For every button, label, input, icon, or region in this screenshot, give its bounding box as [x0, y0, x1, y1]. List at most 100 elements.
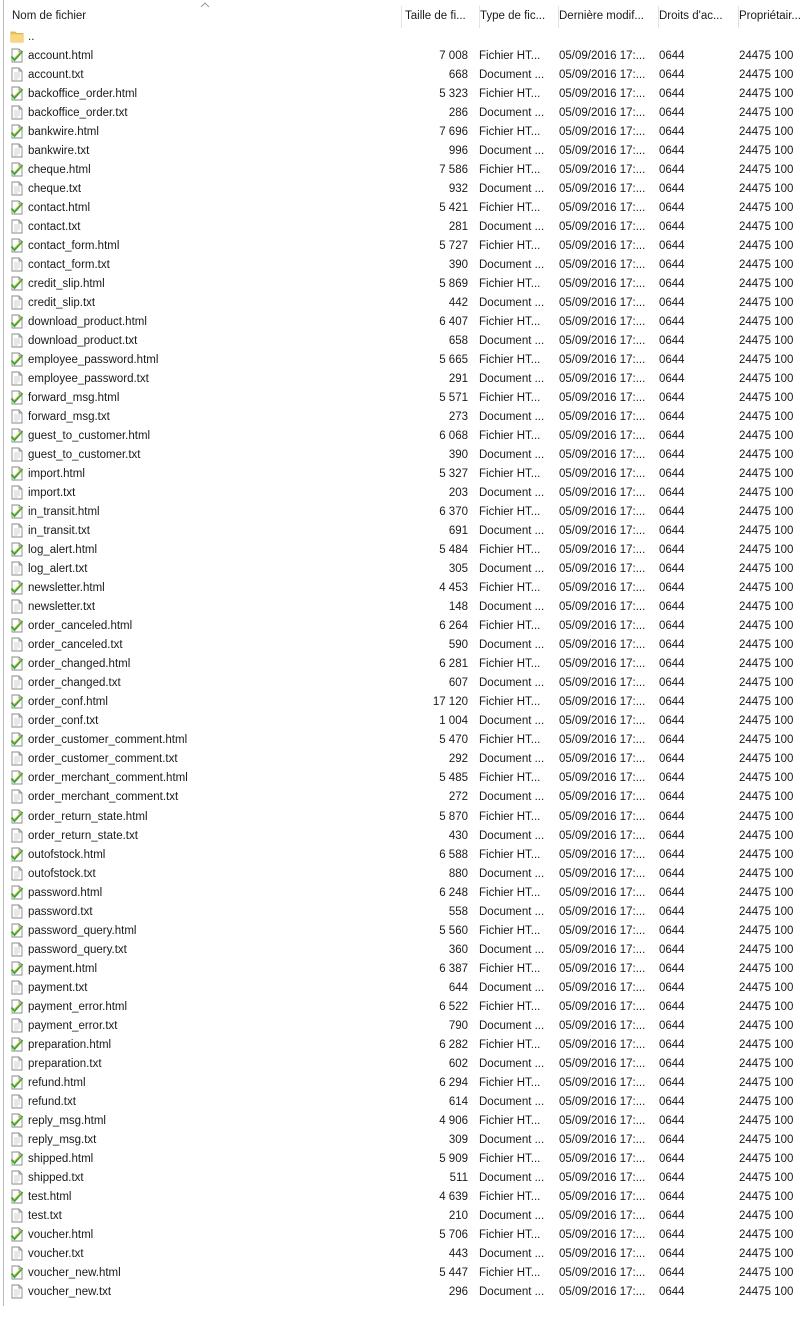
- file-row[interactable]: employee_password.txt 291 Document ... 05/0…: [4, 370, 810, 389]
- file-row[interactable]: account.html 7 008 Fichier HT... 05/09/2016…: [4, 47, 810, 66]
- file-size: 148: [448, 601, 468, 613]
- file-row[interactable]: account.txt 668 Document ... 05/09/2016 17:…: [4, 66, 810, 85]
- file-row[interactable]: voucher.txt 443 Document ... 05/09/2016 17:…: [4, 1245, 810, 1264]
- file-row[interactable]: cheque.html 7 586 Fichier HT... 05/09/2016 …: [4, 161, 810, 180]
- file-row[interactable]: contact.html 5 421 Fichier HT... 05/09/2016…: [4, 199, 810, 218]
- file-row[interactable]: order_conf.html 17 120 Fichier HT... 05/09/…: [4, 693, 810, 712]
- file-row[interactable]: reply_msg.html 4 906 Fichier HT... 05/09/20…: [4, 1112, 810, 1131]
- file-row[interactable]: reply_msg.txt 309 Document ... 05/09/2016 1…: [4, 1131, 810, 1150]
- file-row[interactable]: order_changed.txt 607 Document ... 05/09/20…: [4, 674, 810, 693]
- file-row[interactable]: order_customer_comment.html 5 470 Fichier …: [4, 731, 810, 750]
- file-row[interactable]: order_return_state.txt 430 Document ... 05/…: [4, 827, 810, 846]
- file-row[interactable]: credit_slip.txt 442 Document ... 05/09/2016…: [4, 294, 810, 313]
- file-row[interactable]: contact.txt 281 Document ... 05/09/2016 17:…: [4, 218, 810, 237]
- file-row[interactable]: shipped.html 5 909 Fichier HT... 05/09/2016…: [4, 1150, 810, 1169]
- file-row[interactable]: guest_to_customer.txt 390 Document ... 05/0…: [4, 446, 810, 465]
- file-row[interactable]: newsletter.txt 148 Document ... 05/09/2016 …: [4, 598, 810, 617]
- file-permissions: 0644: [659, 126, 685, 138]
- file-row[interactable]: preparation.html 6 282 Fichier HT... 05/09/…: [4, 1036, 810, 1055]
- file-row[interactable]: order_changed.html 6 281 Fichier HT... 05/0…: [4, 655, 810, 674]
- file-row[interactable]: preparation.txt 602 Document ... 05/09/2016…: [4, 1055, 810, 1074]
- file-row[interactable]: newsletter.html 4 453 Fichier HT... 05/09/2…: [4, 579, 810, 598]
- file-size: 309: [448, 1134, 468, 1146]
- file-row[interactable]: order_canceled.html 6 264 Fichier HT... 05/…: [4, 617, 810, 636]
- file-row[interactable]: voucher_new.html 5 447 Fichier HT... 05/09/…: [4, 1264, 810, 1283]
- file-owner: 24475 100: [739, 696, 794, 708]
- file-row[interactable]: credit_slip.html 5 869 Fichier HT... 05/09/…: [4, 275, 810, 294]
- text-file-icon: [11, 1284, 23, 1299]
- file-name-label: bankwire.txt: [28, 145, 90, 157]
- file-size: 558: [448, 906, 468, 918]
- file-owner: 24475 100: [739, 868, 794, 880]
- file-name-label: order_canceled.html: [28, 620, 133, 632]
- file-row[interactable]: outofstock.html 6 588 Fichier HT... 05/09/2…: [4, 846, 810, 865]
- file-row[interactable]: voucher_new.txt 296 Document ... 05/09/2016…: [4, 1283, 810, 1302]
- file-row[interactable]: contact_form.html 5 727 Fichier HT... 05/09…: [4, 237, 810, 256]
- file-row[interactable]: import.html 5 327 Fichier HT... 05/09/2016 …: [4, 465, 810, 484]
- file-row[interactable]: refund.txt 614 Document ... 05/09/2016 17:.…: [4, 1093, 810, 1112]
- file-row[interactable]: order_return_state.html 5 870 Fichier HT..…: [4, 808, 810, 827]
- file-row[interactable]: payment_error.html 6 522 Fichier HT... 05/0…: [4, 998, 810, 1017]
- file-row[interactable]: order_merchant_comment.txt 272 Document ..…: [4, 788, 810, 807]
- file-permissions: 0644: [659, 811, 685, 823]
- file-row[interactable]: log_alert.html 5 484 Fichier HT... 05/09/20…: [4, 541, 810, 560]
- text-file-icon: [11, 828, 23, 843]
- file-row[interactable]: payment.html 6 387 Fichier HT... 05/09/2016…: [4, 960, 810, 979]
- file-row[interactable]: forward_msg.html 5 571 Fichier HT... 05/09/…: [4, 389, 810, 408]
- file-row[interactable]: bankwire.txt 996 Document ... 05/09/2016 17…: [4, 142, 810, 161]
- file-row[interactable]: voucher.html 5 706 Fichier HT... 05/09/2016…: [4, 1226, 810, 1245]
- file-row[interactable]: payment.txt 644 Document ... 05/09/2016 17:…: [4, 979, 810, 998]
- file-row[interactable]: test.txt 210 Document ... 05/09/2016 17:...…: [4, 1207, 810, 1226]
- file-size: 790: [448, 1020, 468, 1032]
- file-name-label: forward_msg.html: [28, 392, 120, 404]
- file-row[interactable]: order_canceled.txt 590 Document ... 05/09/2…: [4, 636, 810, 655]
- file-owner: 24475 100: [739, 1020, 794, 1032]
- parent-directory-row[interactable]: ..: [4, 28, 810, 47]
- file-row[interactable]: backoffice_order.html 5 323 Fichier HT... 0…: [4, 85, 810, 104]
- file-row[interactable]: order_conf.txt 1 004 Document ... 05/09/201…: [4, 712, 810, 731]
- file-row[interactable]: backoffice_order.txt 286 Document ... 05/09…: [4, 104, 810, 123]
- file-row[interactable]: log_alert.txt 305 Document ... 05/09/2016 1…: [4, 560, 810, 579]
- file-row[interactable]: shipped.txt 511 Document ... 05/09/2016 17:…: [4, 1169, 810, 1188]
- file-name-label: contact_form.html: [28, 240, 120, 252]
- file-size: 1 004: [439, 715, 468, 727]
- file-owner: 24475 100: [739, 1134, 794, 1146]
- file-row[interactable]: in_transit.txt 691 Document ... 05/09/2016 …: [4, 522, 810, 541]
- file-row[interactable]: bankwire.html 7 696 Fichier HT... 05/09/201…: [4, 123, 810, 142]
- file-row[interactable]: password.txt 558 Document ... 05/09/2016 17…: [4, 903, 810, 922]
- text-file-icon: [11, 599, 23, 614]
- html-file-icon: [10, 390, 24, 405]
- file-row[interactable]: password_query.html 5 560 Fichier HT... 05/…: [4, 922, 810, 941]
- file-row[interactable]: download_product.txt 658 Document ... 05/09…: [4, 332, 810, 351]
- file-type: Document ...: [479, 830, 545, 842]
- file-modified-date: 05/09/2016 17:...: [559, 1286, 646, 1298]
- html-file-icon: [10, 542, 24, 557]
- text-file-icon: [11, 789, 23, 804]
- file-row[interactable]: test.html 4 639 Fichier HT... 05/09/2016 17…: [4, 1188, 810, 1207]
- file-row[interactable]: password_query.txt 360 Document ... 05/09/2…: [4, 941, 810, 960]
- file-name-cell: order_changed.html: [10, 655, 390, 674]
- file-row[interactable]: download_product.html 6 407 Fichier HT... 0…: [4, 313, 810, 332]
- file-row[interactable]: guest_to_customer.html 6 068 Fichier HT...…: [4, 427, 810, 446]
- file-name-label: outofstock.html: [28, 849, 106, 861]
- file-row[interactable]: contact_form.txt 390 Document ... 05/09/201…: [4, 256, 810, 275]
- file-owner: 24475 100: [739, 202, 794, 214]
- file-row[interactable]: refund.html 6 294 Fichier HT... 05/09/2016 …: [4, 1074, 810, 1093]
- file-row[interactable]: order_customer_comment.txt 292 Document ..…: [4, 750, 810, 769]
- file-row[interactable]: import.txt 203 Document ... 05/09/2016 17:.…: [4, 484, 810, 503]
- file-row[interactable]: employee_password.html 5 665 Fichier HT...…: [4, 351, 810, 370]
- file-row[interactable]: order_merchant_comment.html 5 485 Fichier …: [4, 769, 810, 788]
- file-name-cell: credit_slip.txt: [10, 294, 390, 313]
- file-row[interactable]: payment_error.txt 790 Document ... 05/09/20…: [4, 1017, 810, 1036]
- file-row[interactable]: in_transit.html 6 370 Fichier HT... 05/09/2…: [4, 503, 810, 522]
- file-name-label: payment_error.html: [28, 1001, 128, 1013]
- file-modified-date: 05/09/2016 17:...: [559, 1020, 646, 1032]
- file-type: Document ...: [479, 373, 545, 385]
- file-row[interactable]: outofstock.txt 880 Document ... 05/09/2016 …: [4, 865, 810, 884]
- file-name-cell: backoffice_order.txt: [10, 104, 390, 123]
- file-name-cell: test.html: [10, 1188, 390, 1207]
- file-row[interactable]: cheque.txt 932 Document ... 05/09/2016 17:.…: [4, 180, 810, 199]
- file-owner: 24475 100: [739, 88, 794, 100]
- file-row[interactable]: password.html 6 248 Fichier HT... 05/09/201…: [4, 884, 810, 903]
- file-row[interactable]: forward_msg.txt 273 Document ... 05/09/2016…: [4, 408, 810, 427]
